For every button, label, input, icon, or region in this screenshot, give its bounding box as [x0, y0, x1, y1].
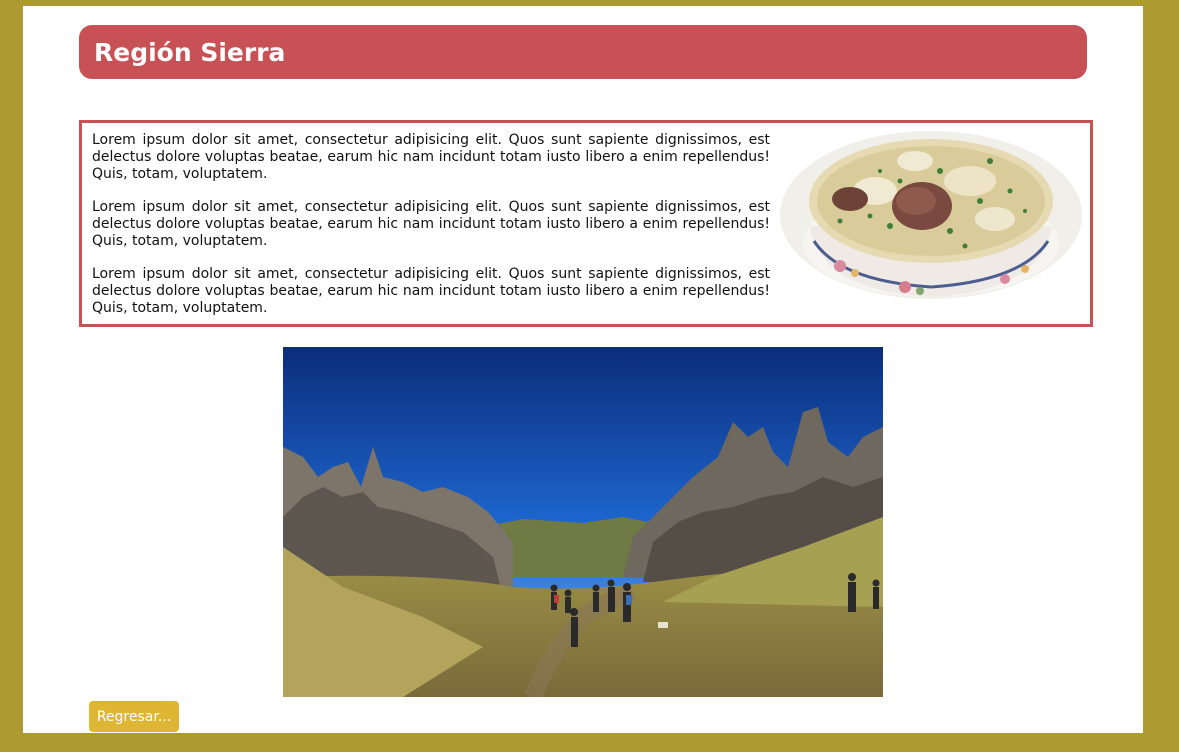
paragraph: Lorem ipsum dolor sit amet, consectetur …	[92, 199, 770, 249]
back-button[interactable]: Regresar...	[89, 701, 179, 732]
content-box: Lorem ipsum dolor sit amet, consectetur …	[79, 120, 1093, 327]
page-container: Región Sierra Lorem ipsum dolor sit amet…	[23, 6, 1143, 733]
paragraph: Lorem ipsum dolor sit amet, consectetur …	[92, 132, 770, 182]
paragraph: Lorem ipsum dolor sit amet, consectetur …	[92, 266, 770, 316]
page-header: Región Sierra	[79, 25, 1087, 79]
page-title: Región Sierra	[94, 38, 286, 67]
soup-bowl-image	[780, 131, 1082, 299]
andean-rock-formations-image	[283, 347, 883, 697]
text-column: Lorem ipsum dolor sit amet, consectetur …	[92, 132, 770, 333]
